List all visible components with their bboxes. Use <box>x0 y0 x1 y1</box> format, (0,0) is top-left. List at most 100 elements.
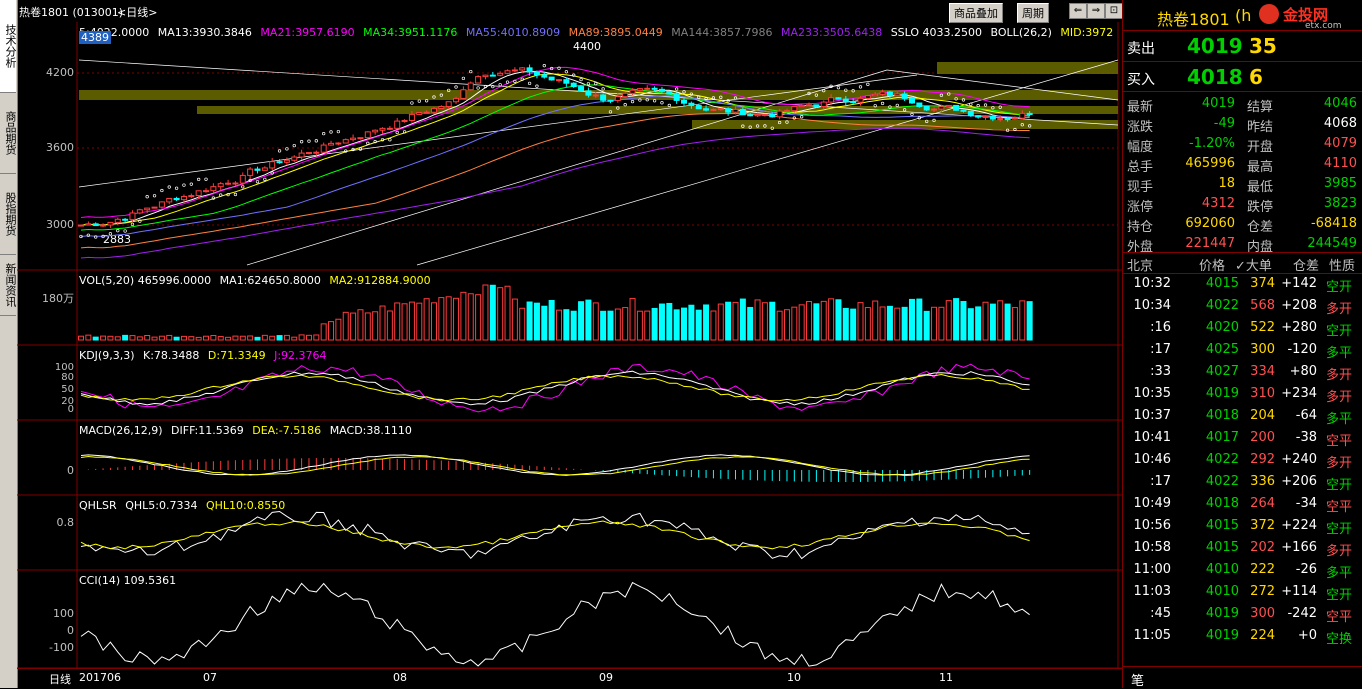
kdj-legend: KDJ(9,3,3) K:78.3488 D:71.3349 J:92.3764 <box>79 349 332 362</box>
sar-dot <box>961 98 966 102</box>
qhlsr-label: QHLSR <box>79 499 117 512</box>
x-tick: 09 <box>599 671 613 684</box>
volume-bar <box>563 309 570 341</box>
volume-bar <box>835 299 842 341</box>
sar-dot <box>86 233 91 237</box>
tick-list[interactable]: 10:32 4015 374 +142 空开 10:34 4022 568 +208 多开:16 4… <box>1123 273 1362 653</box>
sar-dot <box>402 130 407 134</box>
tab-commodity-futures[interactable]: 商品期货 <box>0 93 17 174</box>
sar-dot <box>954 97 958 101</box>
sar-dot <box>123 229 127 233</box>
kdj-j: J:92.3764 <box>274 349 327 362</box>
candle-body <box>673 93 680 101</box>
tick-row: 10:58 4015 202 +166 多开 <box>1123 537 1362 559</box>
macd-dea: DEA:-7.5186 <box>252 424 322 437</box>
sar-dot <box>248 178 252 183</box>
tick-volume: 374 <box>1250 276 1275 291</box>
sar-dot <box>329 130 333 134</box>
sar-dot <box>564 70 569 74</box>
tab-index-futures[interactable]: 股指期货 <box>0 174 17 255</box>
tick-header-volume: ✓大单 <box>1235 259 1272 274</box>
volume-bar <box>681 307 688 341</box>
sar-dot <box>469 69 473 74</box>
stat-row: 涨跌 -49 昨结 4068 <box>1123 114 1362 135</box>
tick-volume: 336 <box>1250 474 1275 489</box>
tick-nature: 空平 <box>1326 610 1353 625</box>
candle-body <box>931 108 938 111</box>
volume-profile-zone <box>197 106 1118 114</box>
volume-bar <box>570 310 577 341</box>
candle-body <box>210 186 217 192</box>
candle-body <box>916 102 923 107</box>
stat-label: 最新 <box>1127 100 1154 115</box>
candle-body <box>261 167 268 171</box>
stat-value: -1.20% <box>1189 136 1235 151</box>
sar-dot <box>645 98 649 102</box>
tick-row: 10:32 4015 374 +142 空开 <box>1123 273 1362 295</box>
tick-time: :17 <box>1150 474 1171 489</box>
volume-bar <box>850 308 857 341</box>
volume-profile-zone <box>79 90 1118 100</box>
volume-bar <box>247 335 254 341</box>
candle-body <box>453 97 460 103</box>
volume-bar <box>394 302 401 341</box>
prev-icon[interactable]: ⇐ <box>1069 3 1087 19</box>
candle-body <box>100 224 107 227</box>
candle-body <box>401 119 408 122</box>
tick-oi: -38 <box>1295 430 1317 445</box>
volume-bar <box>666 302 673 341</box>
sar-dot <box>623 103 627 107</box>
volume-bar <box>114 336 121 341</box>
candle-body <box>813 104 820 108</box>
period-button[interactable]: 周期 <box>1017 3 1049 23</box>
sar-dot <box>189 182 193 186</box>
candle-body <box>320 144 327 153</box>
candle-body <box>269 161 276 169</box>
qhlsr-axis-label: 0.8 <box>56 516 75 529</box>
candle-body <box>504 70 511 74</box>
candle-body <box>791 106 798 112</box>
candle-body <box>828 97 835 103</box>
volume-bar <box>261 334 268 341</box>
sar-dot <box>527 81 532 86</box>
tick-oi: -120 <box>1287 342 1317 357</box>
volume-bar <box>997 300 1004 341</box>
sar-dot <box>888 105 892 109</box>
candle-body <box>732 108 739 113</box>
candle-body <box>438 106 445 109</box>
candle-body <box>408 113 415 121</box>
tick-oi: +0 <box>1297 628 1317 643</box>
candle-body <box>416 112 423 115</box>
quote-code: (h <box>1235 6 1252 25</box>
sar-dot <box>895 103 899 108</box>
quote-footer: 笔 <box>1123 666 1362 689</box>
trend-line <box>246 69 888 266</box>
boll-label: BOLL(26,2) <box>990 26 1052 39</box>
chart-area[interactable]: 热卷1801 (013001) <日线> 商品叠加 周期 ⇐ ⇒ ⊡ 5:402… <box>17 0 1123 688</box>
tick-row: 10:34 4022 568 +208 多开 <box>1123 295 1362 317</box>
stat-value: 4312 <box>1201 196 1235 211</box>
volume-bar <box>453 297 460 341</box>
tick-volume: 334 <box>1250 364 1275 379</box>
sar-dot <box>138 219 142 223</box>
volume-bar <box>644 310 651 341</box>
sar-dot <box>174 186 179 190</box>
tick-time: :33 <box>1150 364 1171 379</box>
vol-ma2: MA2:912884.9000 <box>329 274 431 287</box>
tab-news[interactable]: 新闻资讯 <box>0 255 17 316</box>
x-tick: 08 <box>393 671 407 684</box>
volume-bar <box>908 298 915 341</box>
restore-icon[interactable]: ⊡ <box>1105 3 1123 19</box>
volume-bar <box>379 305 386 341</box>
volume-bar <box>276 335 283 341</box>
tab-technical-analysis[interactable]: 技术分析 <box>0 0 17 93</box>
next-icon[interactable]: ⇒ <box>1087 3 1105 19</box>
candle-body <box>592 94 599 97</box>
candle-body <box>923 105 930 111</box>
candle-body <box>122 218 129 221</box>
volume-bar <box>328 321 335 341</box>
volume-bar <box>195 336 202 341</box>
commodity-overlay-button[interactable]: 商品叠加 <box>949 3 1003 23</box>
sell-row: 卖出 4019 35 <box>1123 30 1362 61</box>
volume-bar <box>783 309 790 341</box>
